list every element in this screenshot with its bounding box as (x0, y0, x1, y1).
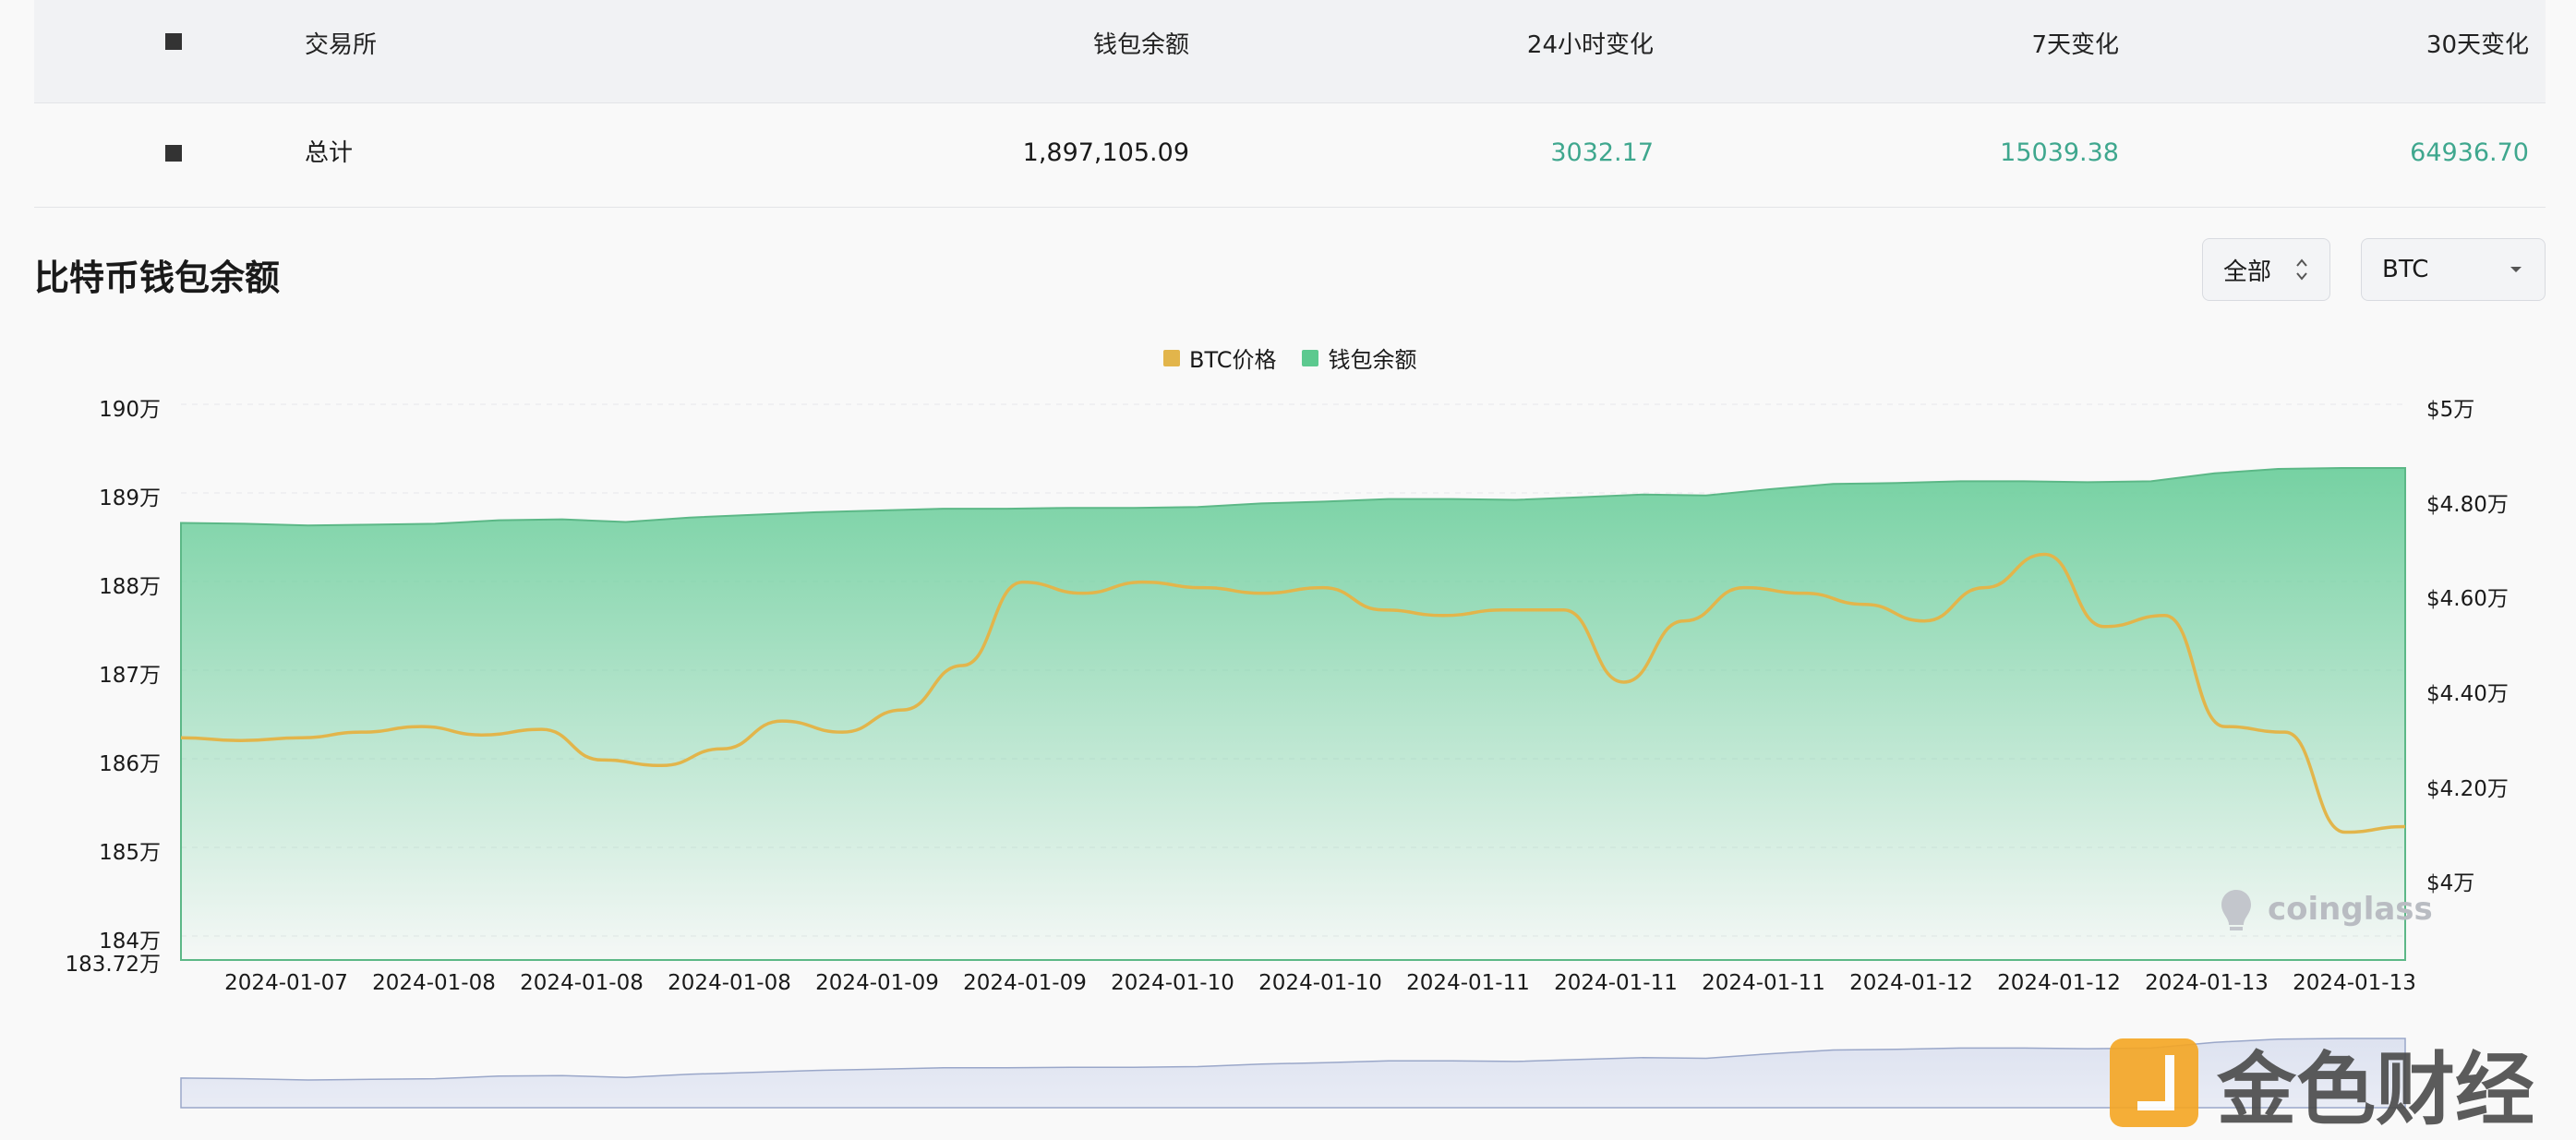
x-tick-label: 2024-01-11 (1554, 971, 1678, 995)
x-tick-label: 2024-01-08 (520, 971, 644, 995)
x-tick-label: 2024-01-08 (372, 971, 496, 995)
coinglass-watermark: coinglass (2216, 886, 2433, 932)
x-tick-label: 2024-01-11 (1406, 971, 1530, 995)
main-chart[interactable] (0, 0, 2576, 1128)
x-tick-label: 2024-01-11 (1702, 971, 1825, 995)
balance-area-series (180, 467, 2406, 961)
brand-text: 金色财经 (2217, 1044, 2534, 1136)
x-tick-label: 2024-01-10 (1258, 971, 1382, 995)
coinglass-logo-icon (2221, 890, 2251, 930)
x-tick-label: 2024-01-09 (963, 971, 1087, 995)
navigator-series[interactable] (180, 1038, 2406, 1109)
x-tick-label: 2024-01-10 (1111, 971, 1234, 995)
x-tick-label: 2024-01-12 (1997, 971, 2121, 995)
watermark-text: coinglass (2268, 891, 2433, 928)
jinse-logo-icon (2110, 1038, 2198, 1127)
x-tick-label: 2024-01-13 (2293, 971, 2416, 995)
x-tick-label: 2024-01-13 (2145, 971, 2269, 995)
x-tick-label: 2024-01-12 (1849, 971, 1973, 995)
x-tick-label: 2024-01-09 (815, 971, 939, 995)
jinse-brand-watermark: 金色财经 (2110, 1025, 2534, 1140)
x-tick-label: 2024-01-07 (224, 971, 348, 995)
x-tick-label: 2024-01-08 (668, 971, 791, 995)
